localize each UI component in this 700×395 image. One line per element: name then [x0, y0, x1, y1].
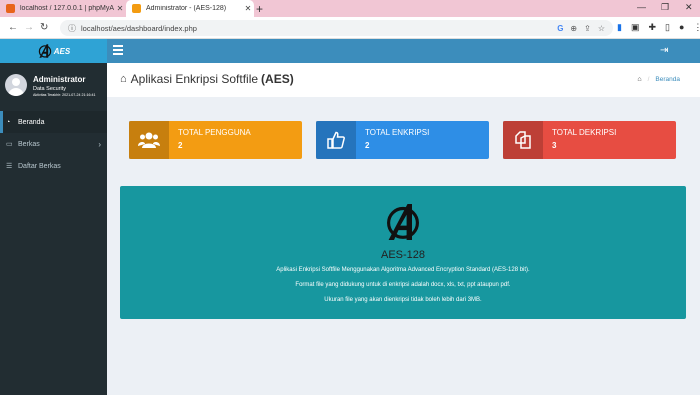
- info-panel: AES-128 Aplikasi Enkripsi Softfile Mengg…: [120, 186, 686, 319]
- tab-title: Administrator - (AES-128): [146, 5, 227, 12]
- sidebar-item-beranda[interactable]: ◔ Beranda: [0, 111, 107, 133]
- browser-toolbar: ← → ↻ ⓘ localhost/aes/dashboard/index.ph…: [0, 17, 700, 39]
- sidepanel-icon[interactable]: ▯: [665, 22, 670, 33]
- site-info-icon[interactable]: ⓘ: [68, 23, 76, 34]
- stat-value: 2: [365, 141, 370, 150]
- address-bar[interactable]: ⓘ localhost/aes/dashboard/index.php G ⊕ …: [60, 20, 613, 36]
- google-icon[interactable]: G: [557, 24, 563, 33]
- breadcrumb-separator: /: [647, 76, 650, 83]
- sidebar: Administrator Data Security Aktivitas Te…: [0, 63, 107, 395]
- list-icon: ☰: [6, 163, 13, 170]
- breadcrumb: ⌂ / Beranda: [637, 76, 680, 83]
- back-icon[interactable]: ←: [8, 22, 18, 33]
- stat-box-enkripsi: TOTAL ENKRIPSI 2: [316, 121, 489, 159]
- stat-label: TOTAL ENKRIPSI: [365, 128, 430, 137]
- panel-title: AES-128: [380, 249, 426, 261]
- breadcrumb-home-icon[interactable]: ⌂: [637, 76, 641, 83]
- menu-dots-icon[interactable]: ⋮: [693, 22, 700, 33]
- panel-text-line: Ukuran file yang akan dienkripsi tidak b…: [324, 297, 482, 303]
- avatar: [5, 74, 27, 96]
- browser-tab-admin[interactable]: Administrator - (AES-128) ✕: [126, 0, 254, 17]
- page-title-bold: (AES): [261, 72, 294, 86]
- stat-box-dekripsi: TOTAL DEKRIPSI 3: [503, 121, 676, 159]
- stat-value: 3: [552, 141, 557, 150]
- sidebar-item-label: Berkas: [18, 140, 40, 148]
- avengers-logo-icon: [38, 44, 51, 58]
- sidebar-item-label: Daftar Berkas: [18, 162, 61, 170]
- browser-tab-phpmyadmin[interactable]: localhost / 127.0.0.1 | phpMyAdmin ✕: [0, 0, 126, 17]
- user-name: Administrator: [33, 75, 86, 84]
- stat-label: TOTAL DEKRIPSI: [552, 128, 617, 137]
- puzzle-icon[interactable]: ✚: [648, 22, 656, 33]
- user-last-activity: Aktivitas Terakhir: 2021-07-24 21:16:41: [33, 93, 96, 97]
- chevron-right-icon: ›: [98, 139, 101, 149]
- extension-icon[interactable]: ▮: [617, 22, 622, 33]
- url-text: localhost/aes/dashboard/index.php: [81, 23, 197, 33]
- users-icon: [129, 121, 169, 159]
- avengers-logo-icon: [387, 204, 419, 240]
- close-tab-icon[interactable]: ✕: [114, 4, 126, 13]
- reload-icon[interactable]: ↻: [40, 22, 48, 33]
- app-header: AES ⇥: [0, 39, 700, 63]
- content-header: ⌂ Aplikasi Enkripsi Softfile (AES) ⌂ / B…: [107, 63, 700, 97]
- panel-text-line: Format file yang didukung untuk di enkri…: [295, 282, 511, 288]
- stat-value: 2: [178, 141, 183, 150]
- forward-icon[interactable]: →: [24, 22, 34, 33]
- sidebar-item-berkas[interactable]: ▭ Berkas ›: [0, 133, 107, 155]
- dashboard-icon: ◔: [6, 118, 11, 126]
- stat-box-pengguna: TOTAL PENGGUNA 2: [129, 121, 302, 159]
- share-icon[interactable]: ⇪: [584, 24, 591, 33]
- close-window-icon[interactable]: ✕: [685, 2, 693, 13]
- profile-icon[interactable]: ●: [679, 22, 684, 33]
- restore-icon[interactable]: ❐: [661, 2, 669, 13]
- panel-text-line: Aplikasi Enkripsi Softfile Menggunakan A…: [276, 267, 530, 273]
- thumbs-up-icon: [316, 121, 356, 159]
- stat-label: TOTAL PENGGUNA: [178, 128, 251, 137]
- page-title-text: Aplikasi Enkripsi Softfile: [130, 72, 259, 86]
- minimize-icon[interactable]: —: [637, 2, 646, 12]
- user-role: Data Security: [33, 86, 67, 92]
- sidebar-item-daftar-berkas[interactable]: ☰ Daftar Berkas: [0, 155, 107, 177]
- sign-out-icon[interactable]: ⇥: [660, 45, 668, 56]
- close-tab-icon[interactable]: ✕: [242, 4, 254, 13]
- sidebar-toggle-icon[interactable]: [113, 45, 123, 55]
- phpmyadmin-favicon-icon: [6, 4, 15, 13]
- copy-icon: [503, 121, 543, 159]
- new-tab-icon[interactable]: +: [256, 2, 263, 16]
- tab-title: localhost / 127.0.0.1 | phpMyAdmin: [20, 5, 114, 12]
- user-panel: Administrator Data Security Aktivitas Te…: [0, 63, 107, 111]
- page-title: ⌂ Aplikasi Enkripsi Softfile (AES): [120, 72, 294, 86]
- zoom-icon[interactable]: ⊕: [570, 24, 577, 33]
- sidebar-item-label: Beranda: [18, 118, 45, 126]
- bookmark-star-icon[interactable]: ☆: [598, 24, 605, 33]
- logo[interactable]: AES: [0, 39, 107, 63]
- logo-text: AES: [53, 46, 71, 56]
- file-icon: ▭: [6, 141, 13, 148]
- browser-tab-bar: localhost / 127.0.0.1 | phpMyAdmin ✕ Adm…: [0, 0, 700, 17]
- aes-favicon-icon: [132, 4, 141, 13]
- home-icon: ⌂: [120, 73, 127, 85]
- extension-icon[interactable]: ▣: [631, 22, 640, 33]
- breadcrumb-item[interactable]: Beranda: [655, 76, 680, 83]
